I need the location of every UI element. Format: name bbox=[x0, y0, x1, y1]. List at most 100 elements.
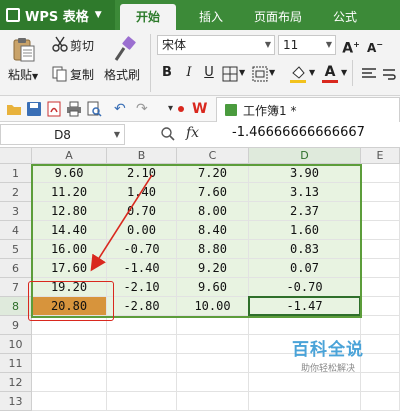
cell-d9[interactable] bbox=[249, 316, 361, 335]
cell-a8[interactable]: 20.80 bbox=[32, 297, 107, 316]
cell-a9[interactable] bbox=[32, 316, 107, 335]
document-tab[interactable]: 工作簿1 * bbox=[216, 97, 400, 122]
paste-button[interactable]: 粘贴▼ bbox=[8, 66, 38, 83]
cell-a12[interactable] bbox=[32, 373, 107, 392]
cell-d4[interactable]: 1.60 bbox=[249, 221, 361, 240]
column-header-d[interactable]: D bbox=[249, 148, 361, 164]
cell-a1[interactable]: 9.60 bbox=[32, 164, 107, 183]
cell-e1[interactable] bbox=[361, 164, 400, 183]
cell-b1[interactable]: 2.10 bbox=[107, 164, 177, 183]
bold-icon[interactable]: B bbox=[158, 64, 176, 82]
cell-c7[interactable]: 9.60 bbox=[177, 278, 249, 297]
cell-e8[interactable] bbox=[361, 297, 400, 316]
cell-c1[interactable]: 7.20 bbox=[177, 164, 249, 183]
italic-icon[interactable]: I bbox=[180, 64, 198, 82]
cell-c6[interactable]: 9.20 bbox=[177, 259, 249, 278]
app-menu-button[interactable]: WPS 表格 ▼ bbox=[0, 0, 115, 30]
cell-a10[interactable] bbox=[32, 335, 107, 354]
tab-page-layout[interactable]: 页面布局 bbox=[244, 4, 312, 30]
scissors-icon[interactable] bbox=[52, 36, 68, 52]
cell-e5[interactable] bbox=[361, 240, 400, 259]
copy-icon[interactable] bbox=[52, 66, 68, 82]
cell-c3[interactable]: 8.00 bbox=[177, 202, 249, 221]
row-header-2[interactable]: 2 bbox=[0, 183, 32, 202]
copy-button[interactable]: 复制 bbox=[70, 66, 94, 83]
align-left-icon[interactable] bbox=[360, 65, 378, 83]
row-header-13[interactable]: 13 bbox=[0, 392, 32, 411]
cell-c8[interactable]: 10.00 bbox=[177, 297, 249, 316]
row-header-3[interactable]: 3 bbox=[0, 202, 32, 221]
cell-d3[interactable]: 2.37 bbox=[249, 202, 361, 221]
cell-c13[interactable] bbox=[177, 392, 249, 411]
merge-cells-icon[interactable] bbox=[252, 66, 268, 82]
cell-d1[interactable]: 3.90 bbox=[249, 164, 361, 183]
fill-color-icon[interactable] bbox=[288, 64, 308, 84]
cell-b3[interactable]: 0.70 bbox=[107, 202, 177, 221]
cell-c4[interactable]: 8.40 bbox=[177, 221, 249, 240]
cell-b5[interactable]: -0.70 bbox=[107, 240, 177, 259]
column-header-e[interactable]: E bbox=[361, 148, 400, 164]
cell-b11[interactable] bbox=[107, 354, 177, 373]
cell-e9[interactable] bbox=[361, 316, 400, 335]
cell-b12[interactable] bbox=[107, 373, 177, 392]
formula-input[interactable]: -1.46666666666667 bbox=[232, 125, 365, 140]
cell-c2[interactable]: 7.60 bbox=[177, 183, 249, 202]
font-name-select[interactable]: 宋体 ▼ bbox=[157, 35, 275, 55]
column-header-b[interactable]: B bbox=[107, 148, 177, 164]
print-preview-icon[interactable] bbox=[86, 101, 102, 117]
cell-a7[interactable]: 19.20 bbox=[32, 278, 107, 297]
format-painter-button[interactable]: 格式刷 bbox=[104, 66, 140, 83]
format-painter-icon[interactable] bbox=[110, 36, 138, 64]
row-header-5[interactable]: 5 bbox=[0, 240, 32, 259]
row-header-4[interactable]: 4 bbox=[0, 221, 32, 240]
row-header-11[interactable]: 11 bbox=[0, 354, 32, 373]
cell-a13[interactable] bbox=[32, 392, 107, 411]
cell-b8[interactable]: -2.80 bbox=[107, 297, 177, 316]
row-header-9[interactable]: 9 bbox=[0, 316, 32, 335]
paste-icon[interactable] bbox=[8, 36, 38, 64]
undo-icon[interactable]: ↶ bbox=[114, 101, 130, 117]
cell-b10[interactable] bbox=[107, 335, 177, 354]
cell-a2[interactable]: 11.20 bbox=[32, 183, 107, 202]
chevron-down-icon[interactable]: ▼ bbox=[341, 68, 347, 77]
cell-a5[interactable]: 16.00 bbox=[32, 240, 107, 259]
cell-c12[interactable] bbox=[177, 373, 249, 392]
cell-c11[interactable] bbox=[177, 354, 249, 373]
wps-w-icon[interactable]: W bbox=[192, 101, 208, 117]
tab-formulas[interactable]: 公式 bbox=[320, 4, 370, 30]
cell-d6[interactable]: 0.07 bbox=[249, 259, 361, 278]
row-header-6[interactable]: 6 bbox=[0, 259, 32, 278]
row-header-1[interactable]: 1 bbox=[0, 164, 32, 183]
cell-e7[interactable] bbox=[361, 278, 400, 297]
column-header-a[interactable]: A bbox=[32, 148, 107, 164]
underline-icon[interactable]: U bbox=[200, 64, 218, 82]
chevron-down-icon[interactable]: ▼ bbox=[309, 68, 315, 77]
row-header-7[interactable]: 7 bbox=[0, 278, 32, 297]
cut-button[interactable]: 剪切 bbox=[70, 37, 94, 54]
row-header-12[interactable]: 12 bbox=[0, 373, 32, 392]
cell-b7[interactable]: -2.10 bbox=[107, 278, 177, 297]
font-color-icon[interactable]: A bbox=[320, 64, 340, 84]
cell-e13[interactable] bbox=[361, 392, 400, 411]
cell-e4[interactable] bbox=[361, 221, 400, 240]
increase-font-size-icon[interactable]: A+ bbox=[342, 36, 360, 57]
borders-icon[interactable] bbox=[222, 66, 238, 82]
cell-d2[interactable]: 3.13 bbox=[249, 183, 361, 202]
font-size-select[interactable]: 11 ▼ bbox=[278, 35, 336, 55]
cell-e2[interactable] bbox=[361, 183, 400, 202]
tab-home[interactable]: 开始 bbox=[120, 4, 176, 30]
cell-c9[interactable] bbox=[177, 316, 249, 335]
cell-d5[interactable]: 0.83 bbox=[249, 240, 361, 259]
export-pdf-icon[interactable] bbox=[46, 101, 62, 117]
cell-b2[interactable]: 1.40 bbox=[107, 183, 177, 202]
tab-insert[interactable]: 插入 bbox=[186, 4, 236, 30]
chevron-down-icon[interactable]: ▼ bbox=[269, 68, 275, 77]
cell-e6[interactable] bbox=[361, 259, 400, 278]
cell-a6[interactable]: 17.60 bbox=[32, 259, 107, 278]
cell-c10[interactable] bbox=[177, 335, 249, 354]
cell-e3[interactable] bbox=[361, 202, 400, 221]
cell-a3[interactable]: 12.80 bbox=[32, 202, 107, 221]
save-icon[interactable] bbox=[26, 101, 42, 117]
zoom-icon[interactable] bbox=[160, 126, 176, 142]
cell-c5[interactable]: 8.80 bbox=[177, 240, 249, 259]
